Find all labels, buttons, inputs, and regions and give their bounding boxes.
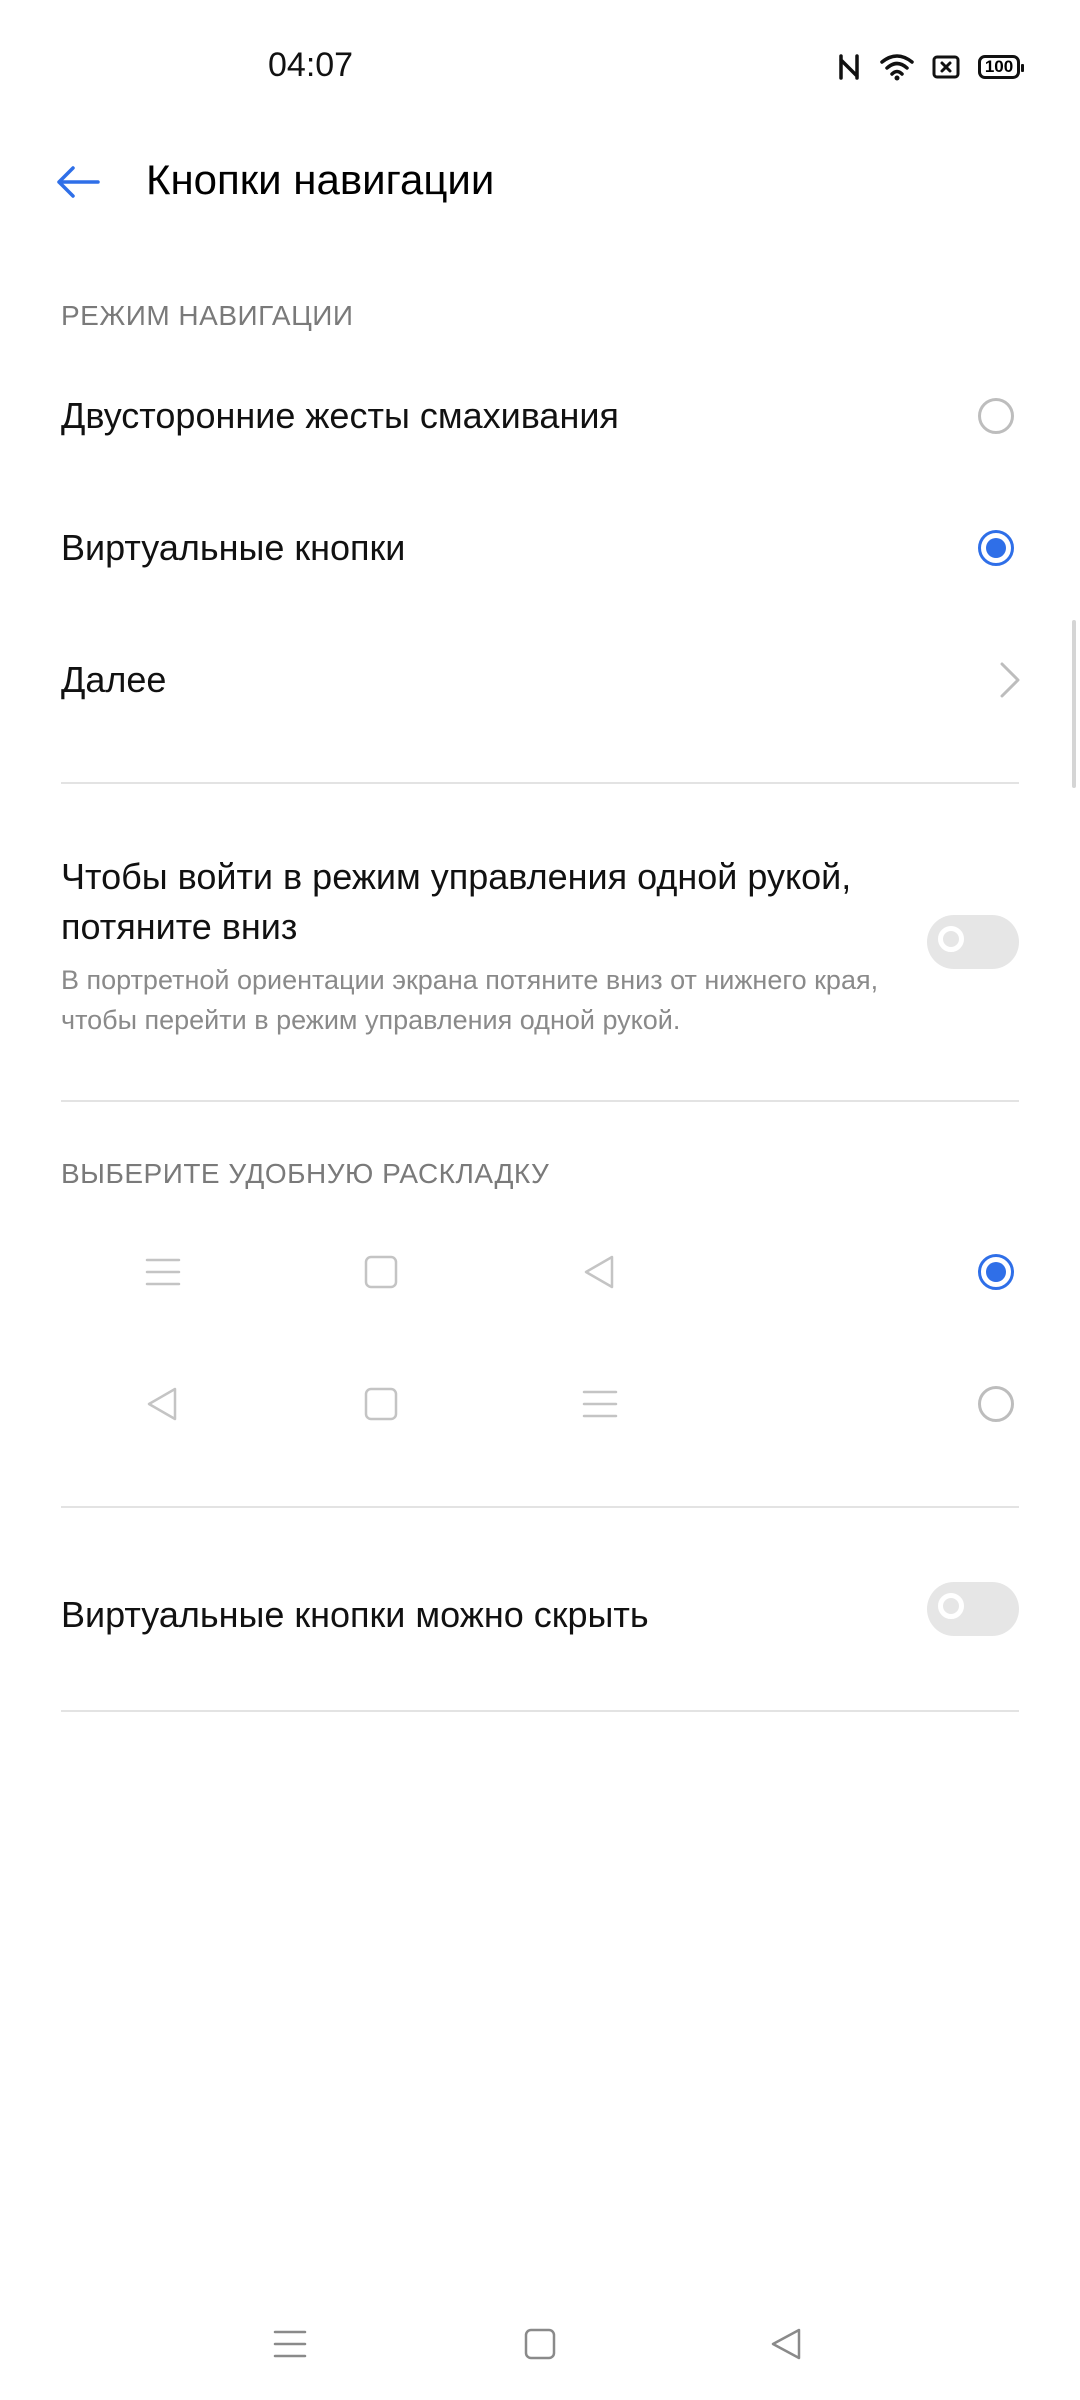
battery-level: 100 [984,57,1014,76]
more-label: Далее [61,659,167,700]
one-hand-mode-description: В портретной ориентации экрана потяните … [61,965,879,1035]
divider [61,1506,1019,1508]
home-square-icon [524,2328,556,2360]
back-triangle-icon [147,1387,177,1421]
radio-button-selected[interactable] [978,530,1014,566]
section-header-navigation-mode: РЕЖИМ НАВИГАЦИИ [61,300,354,331]
menu-button[interactable] [268,2322,312,2366]
layout-option-1[interactable] [0,1212,1080,1332]
status-bar: 04:07 100 [0,0,1080,140]
radio-button[interactable] [978,1386,1014,1422]
option-virtual-buttons[interactable]: Виртуальные кнопки [0,492,1080,604]
wifi-icon [880,53,914,81]
arrow-left-icon [57,166,100,198]
sim-card-icon [932,55,960,79]
home-square-icon [364,1255,398,1289]
back-triangle-icon [584,1255,614,1289]
back-button-nav[interactable] [764,2322,808,2366]
home-square-icon [364,1387,398,1421]
hide-virtual-buttons-toggle[interactable] [927,1582,1019,1636]
system-navigation-bar [0,2300,1080,2400]
option-label: Виртуальные кнопки [61,527,406,568]
back-button[interactable] [48,154,108,210]
radio-button-selected[interactable] [978,1254,1014,1290]
divider [61,1710,1019,1712]
more-row[interactable]: Далее [0,624,1080,736]
one-hand-mode-toggle[interactable] [927,915,1019,969]
divider [61,782,1019,784]
chevron-right-icon [1000,662,1020,698]
menu-icon [145,1258,181,1286]
battery-icon: 100 [978,55,1024,79]
one-hand-mode-title: Чтобы войти в режим управления одной рук… [61,856,852,947]
nfc-icon [836,52,862,82]
option-two-sided-gestures[interactable]: Двусторонние жесты смахивания [0,360,1080,472]
section-header-layout: ВЫБЕРИТЕ УДОБНУЮ РАСКЛАДКУ [61,1158,550,1189]
menu-icon [582,1390,618,1418]
status-time: 04:07 [268,46,354,84]
menu-icon [273,2330,307,2358]
scrollbar[interactable] [1072,620,1076,788]
home-button[interactable] [518,2322,562,2366]
hide-virtual-buttons-row[interactable]: Виртуальные кнопки можно скрыть [0,1560,1080,1672]
option-label: Двусторонние жесты смахивания [61,395,619,436]
header: Кнопки навигации [0,140,1080,220]
radio-button[interactable] [978,398,1014,434]
hide-virtual-buttons-label: Виртуальные кнопки можно скрыть [61,1594,649,1635]
layout-option-2[interactable] [0,1344,1080,1464]
status-icons: 100 [836,52,1024,82]
divider [61,1100,1019,1102]
back-triangle-icon [771,2328,801,2360]
page-title: Кнопки навигации [146,156,495,203]
